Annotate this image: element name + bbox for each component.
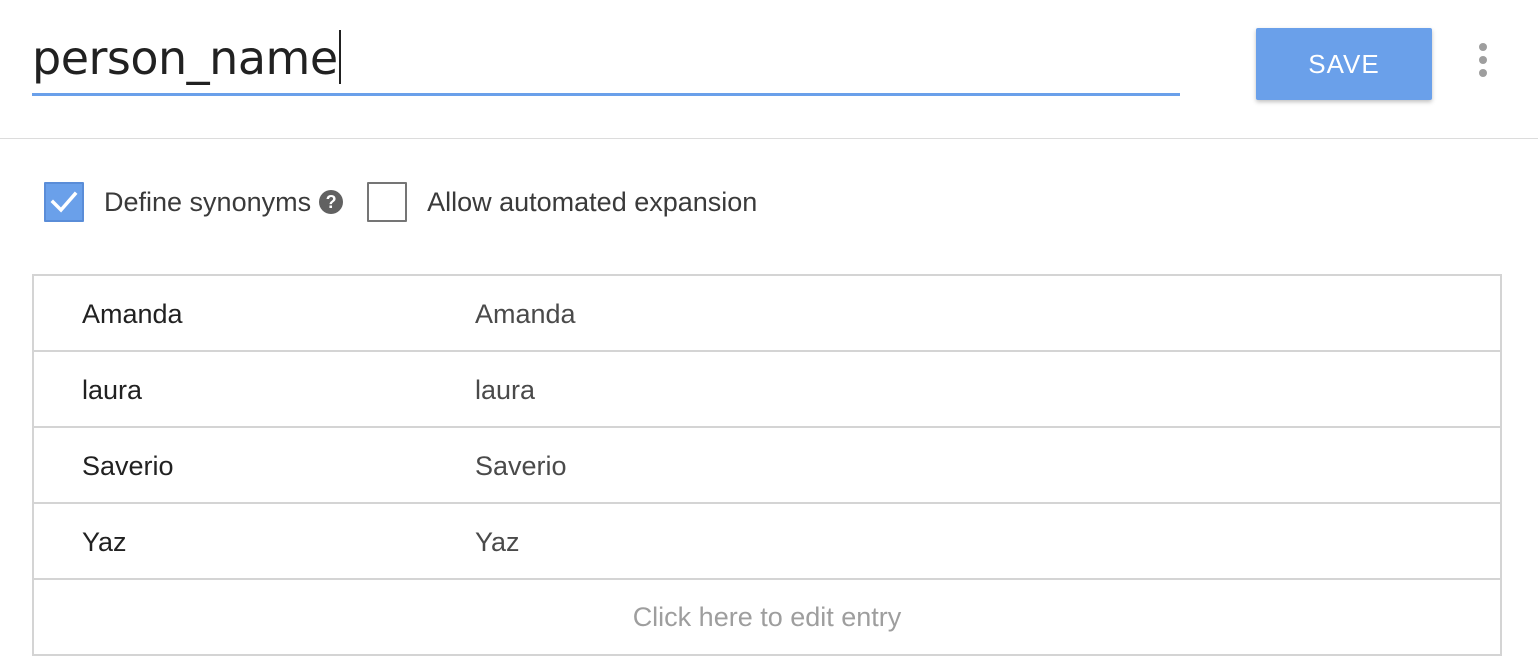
entity-options: Define synonyms ? Allow automated expans…: [44, 182, 757, 222]
entries-table: Amanda Amanda laura laura Saverio Saveri…: [32, 274, 1502, 656]
entity-name-text: person_name: [32, 31, 338, 85]
entity-header: person_name SAVE: [0, 0, 1538, 139]
menu-dot: [1479, 69, 1487, 77]
table-row[interactable]: Yaz Yaz: [34, 504, 1500, 580]
entry-reference-value[interactable]: Yaz: [82, 504, 127, 580]
entry-reference-value[interactable]: Amanda: [82, 276, 183, 352]
check-icon: [50, 191, 78, 213]
menu-dot: [1479, 43, 1487, 51]
entry-reference-value[interactable]: Saverio: [82, 428, 174, 504]
table-row[interactable]: laura laura: [34, 352, 1500, 428]
entry-synonyms[interactable]: Amanda: [475, 276, 576, 352]
automated-expansion-label: Allow automated expansion: [427, 186, 758, 217]
entry-reference-value[interactable]: laura: [82, 352, 142, 428]
define-synonyms-label: Define synonyms: [104, 186, 312, 217]
text-caret: [338, 30, 341, 84]
table-row[interactable]: Amanda Amanda: [34, 276, 1500, 352]
more-vert-icon[interactable]: [1468, 38, 1498, 82]
help-circle-icon[interactable]: ?: [319, 190, 344, 214]
automated-expansion-checkbox[interactable]: [367, 182, 408, 222]
entity-name-field[interactable]: person_name: [32, 24, 1180, 96]
entry-synonyms[interactable]: laura: [475, 352, 535, 428]
define-synonyms-checkbox[interactable]: [44, 182, 84, 222]
edit-entry-row[interactable]: Click here to edit entry: [34, 580, 1500, 654]
table-row[interactable]: Saverio Saverio: [34, 428, 1500, 504]
menu-dot: [1479, 56, 1487, 64]
save-button[interactable]: SAVE: [1256, 28, 1432, 100]
entry-synonyms[interactable]: Yaz: [475, 504, 520, 580]
entity-name-input[interactable]: person_name: [32, 26, 341, 90]
entry-synonyms[interactable]: Saverio: [475, 428, 567, 504]
